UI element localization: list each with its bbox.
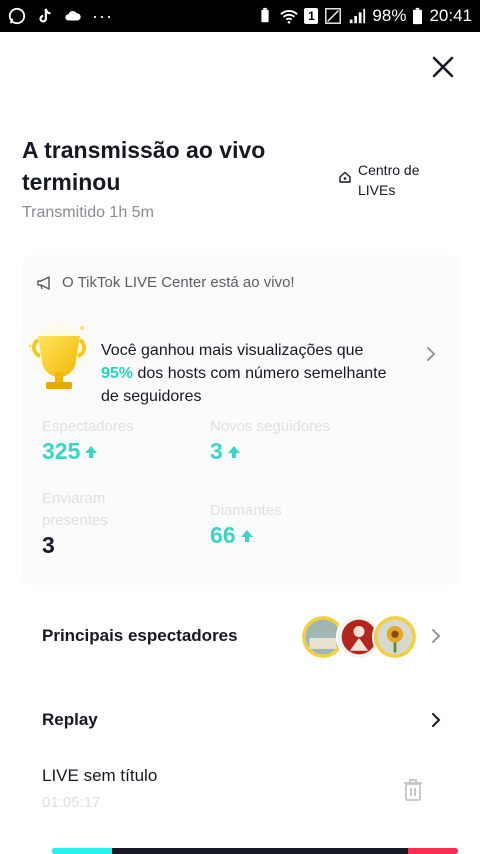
stat-viewers-label: Espectadores [42,418,134,435]
chevron-right-icon [432,629,441,643]
stat-new-followers-value-row: 3 [210,438,330,465]
achievement-suffix: dos hosts com número semelhante de segui… [101,365,387,405]
chevron-right-icon [432,713,441,727]
live-center-link[interactable]: Centro de LIVEs [338,160,448,200]
stat-diamonds-value-row: 66 [210,522,282,549]
live-center-notice[interactable]: O TikTok LIVE Center está ao vivo! [36,274,295,291]
whatsapp-icon [8,7,26,25]
megaphone-icon [37,275,50,290]
avatar [372,614,418,660]
achievement-text[interactable]: Você ganhou mais visualizações que 95% d… [101,339,391,408]
home-icon [339,171,351,183]
stat-gifters-value-row: 3 [42,532,162,559]
replay-item-title[interactable]: LIVE sem título [42,766,157,786]
sim-badge: 1 [304,8,319,24]
chevron-right-icon[interactable] [424,346,438,362]
notice-text: O TikTok LIVE Center está ao vivo! [62,274,295,291]
arrow-up-icon [227,445,240,458]
top-viewers-label: Principais espectadores [42,626,238,645]
battery-saver-icon [261,7,270,23]
close-icon[interactable] [428,52,458,82]
arrow-up-icon [85,445,98,458]
stat-diamonds: Diamantes 66 [210,500,282,549]
stat-viewers: Espectadores 325 [42,416,134,465]
more-notifications-indicator: ··· [92,6,113,26]
trash-icon[interactable] [402,778,424,802]
stat-diamonds-value: 66 [210,522,236,548]
achievement-prefix: Você ganhou mais visualizações que [101,342,364,359]
page-title: A transmissão ao vivo terminou [22,137,266,195]
tiktok-icon [39,8,51,23]
stat-new-followers-value: 3 [210,438,223,464]
replay-item-time: 01:05:17 [42,794,101,811]
wifi-icon [280,10,299,24]
bottom-bar-red [408,848,458,854]
bottom-bar-cyan [52,848,112,854]
status-bar: ··· 1 98% 20:41 [0,0,480,32]
stat-diamonds-label: Diamantes [210,502,282,519]
battery-icon [413,7,423,25]
replay-label: Replay [42,710,98,729]
battery-percent: 98% [372,6,407,25]
broadcast-duration: Transmitido 1h 5m [22,204,154,221]
signal-no-data-icon [325,8,342,24]
stat-new-followers-label: Novos seguidores [210,418,331,435]
replay-row[interactable]: Replay [42,710,442,730]
top-viewers-avatars[interactable] [300,614,418,660]
achievement-percent: 95% [101,365,134,382]
stat-new-followers: Novos seguidores 3 [210,416,330,465]
trophy-icon [26,320,94,389]
live-center-label: Centro de LIVEs [358,162,420,198]
stat-gifters-value: 3 [42,532,55,558]
signal-strength-icon [350,8,366,24]
clock: 20:41 [429,6,472,25]
stat-gifters: Enviaram presentes 3 [42,488,162,559]
stat-gifters-label: Enviaram presentes [42,490,108,529]
arrow-up-icon [240,529,253,542]
stat-viewers-value: 325 [42,438,81,464]
stat-viewers-value-row: 325 [42,438,134,465]
bottom-accent-bar [52,848,458,854]
cloud-icon [65,11,81,21]
